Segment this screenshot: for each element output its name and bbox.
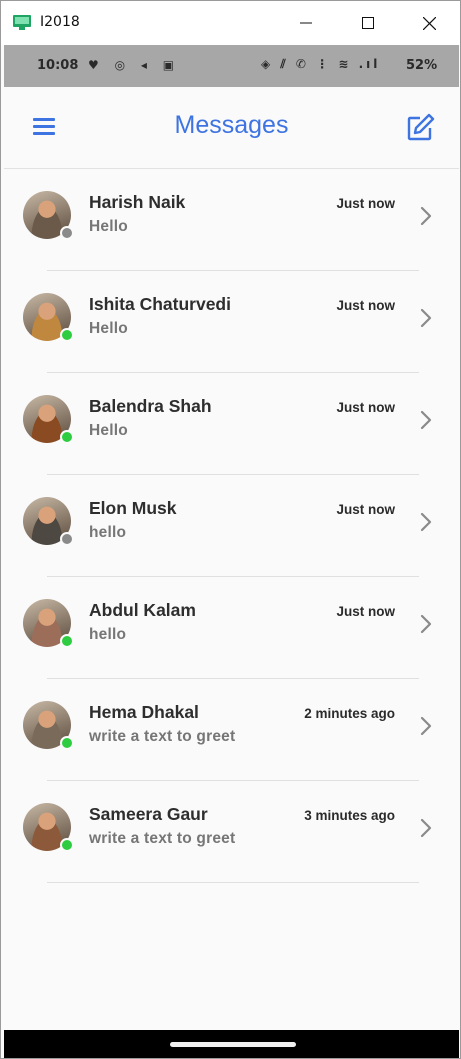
avatar bbox=[23, 803, 74, 852]
minimize-button[interactable] bbox=[283, 7, 329, 39]
message-time: 3 minutes ago bbox=[304, 808, 395, 823]
battery-level: 52% bbox=[406, 58, 438, 73]
app-window: I2018 10:08 ♥ ◎ ◂ ▣ ◈ ⫽ ✆ ⋮ ≋ .ıl 52% Me… bbox=[0, 0, 461, 1059]
maximize-button[interactable] bbox=[345, 7, 391, 39]
message-preview: write a text to greet bbox=[89, 728, 236, 745]
chevron-right-icon[interactable] bbox=[419, 409, 433, 431]
message-row[interactable]: Elon Musk hello Just now bbox=[4, 475, 459, 577]
navigation-bar bbox=[4, 1030, 459, 1058]
message-row[interactable]: Ishita Chaturvedi Hello Just now bbox=[4, 271, 459, 373]
presence-indicator bbox=[60, 634, 74, 648]
chevron-right-icon[interactable] bbox=[419, 205, 433, 227]
message-preview: Hello bbox=[89, 218, 128, 235]
message-preview: Hello bbox=[89, 320, 128, 337]
avatar bbox=[23, 293, 74, 342]
home-gesture-handle[interactable] bbox=[170, 1042, 296, 1047]
compose-icon[interactable] bbox=[404, 112, 436, 144]
avatar bbox=[23, 497, 74, 546]
close-icon bbox=[422, 16, 436, 30]
contact-name: Hema Dhakal bbox=[89, 702, 199, 722]
contact-name: Ishita Chaturvedi bbox=[89, 294, 231, 314]
avatar bbox=[23, 701, 74, 750]
message-preview: hello bbox=[89, 524, 127, 541]
message-list: Harish Naik Hello Just now Ishita Chatur… bbox=[4, 169, 459, 883]
close-button[interactable] bbox=[406, 7, 452, 39]
status-bar: 10:08 ♥ ◎ ◂ ▣ ◈ ⫽ ✆ ⋮ ≋ .ıl 52% bbox=[4, 45, 459, 87]
app-header: Messages bbox=[4, 87, 459, 169]
chevron-right-icon[interactable] bbox=[419, 715, 433, 737]
contact-name: Balendra Shah bbox=[89, 396, 212, 416]
minimize-icon bbox=[300, 22, 312, 24]
message-row[interactable]: Harish Naik Hello Just now bbox=[4, 169, 459, 271]
message-preview: write a text to greet bbox=[89, 830, 236, 847]
contact-name: Harish Naik bbox=[89, 192, 186, 212]
chevron-right-icon[interactable] bbox=[419, 613, 433, 635]
message-time: 2 minutes ago bbox=[304, 706, 395, 721]
chevron-right-icon[interactable] bbox=[419, 817, 433, 839]
chevron-right-icon[interactable] bbox=[419, 307, 433, 329]
avatar bbox=[23, 599, 74, 648]
presence-indicator bbox=[60, 430, 74, 444]
presence-indicator bbox=[60, 532, 74, 546]
notification-icons: ♥ ◎ ◂ ▣ bbox=[88, 58, 181, 72]
contact-name: Sameera Gaur bbox=[89, 804, 208, 824]
message-row[interactable]: Hema Dhakal write a text to greet 2 minu… bbox=[4, 679, 459, 781]
network-icons: ◈ ⫽ ✆ ⋮ ≋ .ıl bbox=[261, 57, 381, 71]
message-time: Just now bbox=[336, 502, 395, 517]
contact-name: Elon Musk bbox=[89, 498, 177, 518]
presence-indicator bbox=[60, 838, 74, 852]
message-time: Just now bbox=[336, 298, 395, 313]
message-row[interactable]: Sameera Gaur write a text to greet 3 min… bbox=[4, 781, 459, 883]
window-title: I2018 bbox=[40, 14, 80, 30]
status-time: 10:08 bbox=[37, 58, 79, 73]
avatar bbox=[23, 191, 74, 240]
page-title: Messages bbox=[174, 111, 289, 139]
message-row[interactable]: Balendra Shah Hello Just now bbox=[4, 373, 459, 475]
maximize-icon bbox=[362, 17, 374, 29]
message-preview: hello bbox=[89, 626, 127, 643]
presence-indicator bbox=[60, 736, 74, 750]
contact-name: Abdul Kalam bbox=[89, 600, 196, 620]
message-time: Just now bbox=[336, 196, 395, 211]
app-icon bbox=[13, 15, 31, 30]
window-titlebar: I2018 bbox=[1, 1, 460, 45]
row-divider bbox=[47, 882, 419, 883]
presence-indicator bbox=[60, 226, 74, 240]
message-row[interactable]: Abdul Kalam hello Just now bbox=[4, 577, 459, 679]
message-time: Just now bbox=[336, 604, 395, 619]
presence-indicator bbox=[60, 328, 74, 342]
avatar bbox=[23, 395, 74, 444]
message-preview: Hello bbox=[89, 422, 128, 439]
chevron-right-icon[interactable] bbox=[419, 511, 433, 533]
message-time: Just now bbox=[336, 400, 395, 415]
